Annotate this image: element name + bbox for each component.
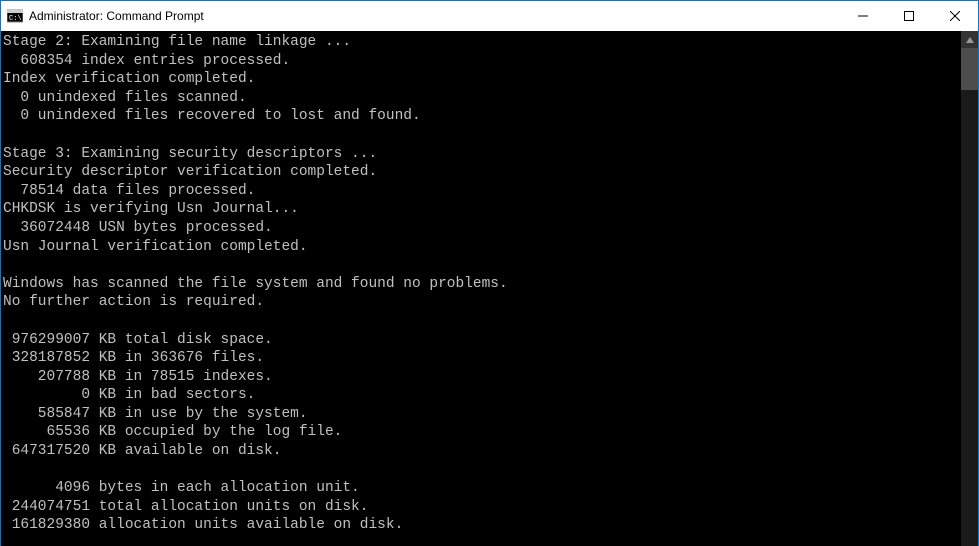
console-output[interactable]: Stage 2: Examining file name linkage ...… xyxy=(1,31,961,546)
scrollbar-up-button[interactable] xyxy=(961,31,978,48)
titlebar[interactable]: C:\ Administrator: Command Prompt xyxy=(1,1,978,31)
vertical-scrollbar[interactable] xyxy=(961,31,978,546)
console-area[interactable]: Stage 2: Examining file name linkage ...… xyxy=(1,31,978,546)
svg-text:C:\: C:\ xyxy=(9,15,22,23)
command-prompt-window: C:\ Administrator: Command Prompt Stage … xyxy=(0,0,979,546)
scrollbar-track[interactable] xyxy=(961,48,978,546)
window-title: Administrator: Command Prompt xyxy=(29,9,204,23)
minimize-button[interactable] xyxy=(840,1,886,31)
command-prompt-icon: C:\ xyxy=(7,8,23,24)
maximize-button[interactable] xyxy=(886,1,932,31)
output-text: Stage 2: Examining file name linkage ...… xyxy=(3,34,508,533)
scrollbar-thumb[interactable] xyxy=(961,48,978,90)
close-button[interactable] xyxy=(932,1,978,31)
